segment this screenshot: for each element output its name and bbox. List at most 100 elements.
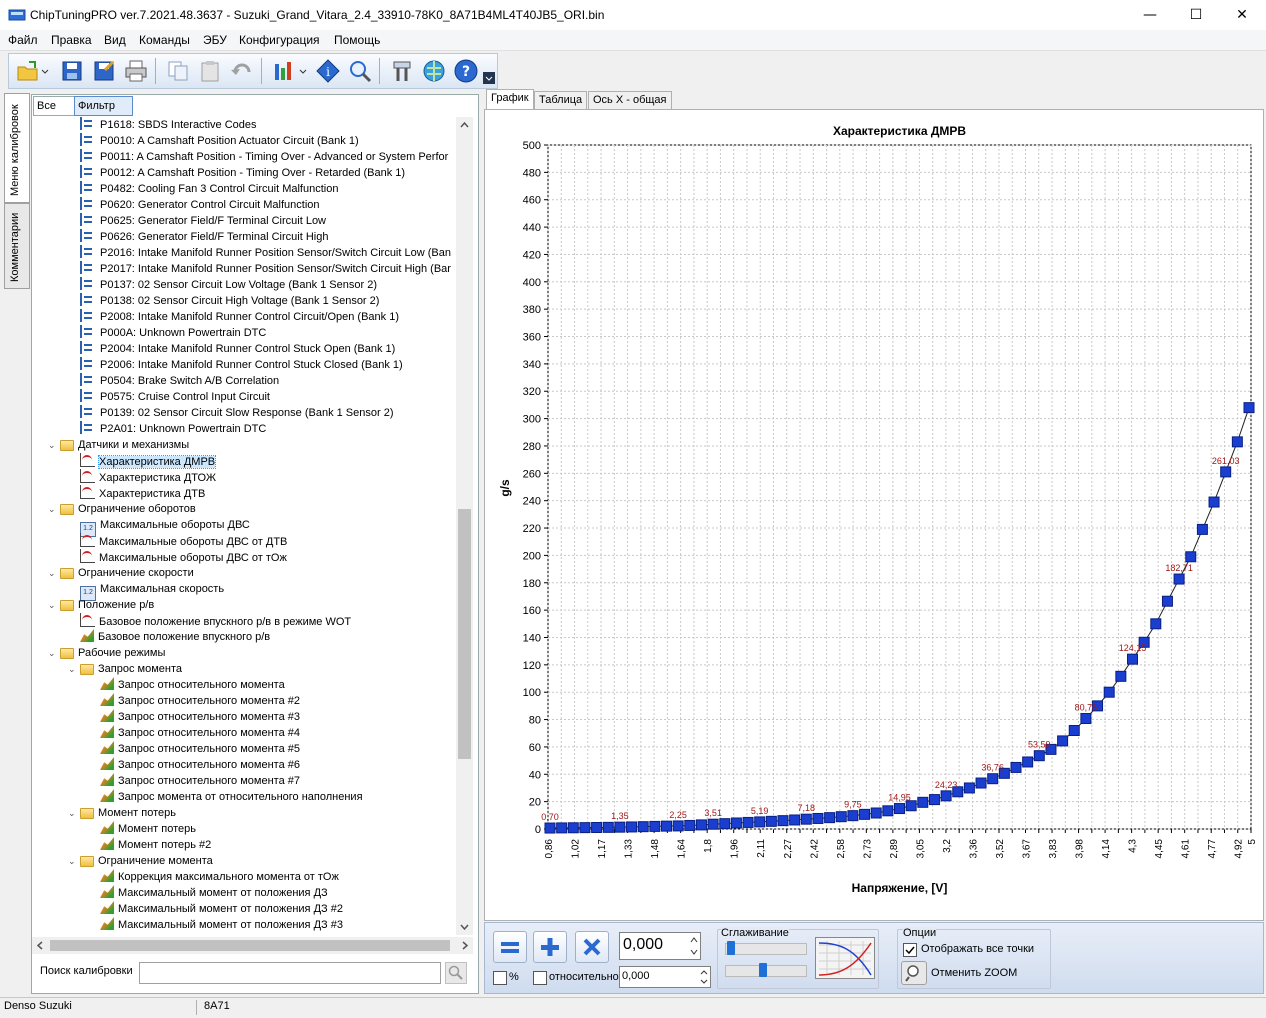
data-point[interactable] xyxy=(940,790,952,802)
copy-icon[interactable] xyxy=(165,58,191,84)
tree-item[interactable]: Базовое положение впускного р/в xyxy=(80,629,270,645)
tree-item[interactable]: P1618: SBDS Interactive Codes xyxy=(80,117,257,133)
tab-filter[interactable]: Фильтр xyxy=(74,96,133,116)
add-value-button[interactable] xyxy=(533,931,567,963)
spin-arrows-icon[interactable] xyxy=(698,967,710,987)
tree-item[interactable]: P0011: A Camshaft Position - Timing Over… xyxy=(80,149,448,165)
relative-spinner[interactable]: 0,000 xyxy=(619,966,711,988)
maximize-button[interactable]: ☐ xyxy=(1173,0,1219,30)
tree-item[interactable]: P2008: Intake Manifold Runner Control Ci… xyxy=(80,309,399,325)
tree-vertical-scrollbar[interactable] xyxy=(456,117,473,935)
data-point[interactable] xyxy=(987,773,999,785)
data-point[interactable] xyxy=(1161,595,1173,607)
tree-item[interactable]: Максимальный момент от положения ДЗ #2 xyxy=(100,901,343,917)
data-point[interactable] xyxy=(1196,523,1208,535)
tree-item[interactable]: P2016: Intake Manifold Runner Position S… xyxy=(80,245,451,261)
data-point[interactable] xyxy=(730,817,742,829)
data-point[interactable] xyxy=(626,821,638,833)
data-point[interactable] xyxy=(894,803,905,815)
menu-configuration[interactable]: Конфигурация xyxy=(239,33,320,47)
data-point[interactable] xyxy=(719,818,731,830)
menu-edit[interactable]: Правка xyxy=(51,33,92,47)
calibration-tree[interactable]: P1618: SBDS Interactive Codes P0010: A Ca… xyxy=(32,117,455,935)
expand-chevron-icon[interactable]: ⌄ xyxy=(48,645,60,661)
tree-item[interactable]: P0625: Generator Field/F Terminal Circui… xyxy=(80,213,326,229)
tree-item[interactable]: Запрос относительного момента #3 xyxy=(100,709,300,725)
close-button[interactable]: ✕ xyxy=(1219,0,1265,30)
data-point[interactable] xyxy=(707,818,719,830)
chart[interactable]: 0,86 1,02 1,17 1,33 1,48 1,64 1,8 1,96 2,11 2,27 2… xyxy=(485,110,1263,920)
data-point[interactable] xyxy=(928,794,940,806)
data-point[interactable] xyxy=(1231,436,1243,448)
tab-calibrations-menu[interactable]: Меню калибровок xyxy=(4,93,30,203)
data-point[interactable] xyxy=(661,820,672,832)
tree-item[interactable]: Запрос относительного момента #6 xyxy=(100,757,300,773)
tab-x-axis-common[interactable]: Ось X - общая xyxy=(588,91,672,109)
tab-comments[interactable]: Комментарии xyxy=(4,203,30,289)
tree-item[interactable]: P0626: Generator Field/F Terminal Circui… xyxy=(80,229,328,245)
tree-item[interactable]: P0575: Cruise Control Input Circuit xyxy=(80,389,270,405)
checksum-dropdown-icon[interactable] xyxy=(297,58,309,84)
data-point[interactable] xyxy=(1115,670,1127,682)
tree-horizontal-scrollbar[interactable] xyxy=(32,937,473,954)
data-point[interactable] xyxy=(975,777,987,789)
settings-icon[interactable] xyxy=(389,58,415,84)
smoothing-slider-thumb[interactable] xyxy=(727,941,735,955)
data-point[interactable] xyxy=(765,815,777,827)
data-point[interactable] xyxy=(1010,761,1022,773)
tree-item[interactable]: Максимальный момент от положения ДЗ #3 xyxy=(100,917,343,933)
tree-item[interactable]: P2004: Intake Manifold Runner Control St… xyxy=(80,341,395,357)
data-point[interactable] xyxy=(1033,750,1045,762)
search-icon[interactable] xyxy=(445,962,467,984)
undo-zoom-label[interactable]: Отменить ZOOM xyxy=(931,967,1017,979)
resize-grip-icon[interactable] xyxy=(1252,1000,1264,1015)
tree-item[interactable]: Запрос относительного момента #4 xyxy=(100,725,300,741)
minimize-button[interactable]: — xyxy=(1127,0,1173,30)
data-point[interactable] xyxy=(754,816,766,828)
help-icon[interactable]: ? xyxy=(453,58,479,84)
data-point[interactable] xyxy=(882,805,894,817)
tree-item[interactable]: P0138: 02 Sensor Circuit High Voltage (B… xyxy=(80,293,379,309)
data-point[interactable] xyxy=(835,811,847,823)
menu-view[interactable]: Вид xyxy=(104,33,126,47)
data-point[interactable] xyxy=(1080,713,1092,725)
tree-item[interactable]: P2017: Intake Manifold Runner Position S… xyxy=(80,261,451,277)
tree-item[interactable]: 1.2 Максимальная скорость xyxy=(80,581,224,601)
data-point[interactable] xyxy=(637,821,649,833)
expand-chevron-icon[interactable]: ⌄ xyxy=(68,805,80,821)
data-point[interactable] xyxy=(544,822,556,834)
menu-ecu[interactable]: ЭБУ xyxy=(203,33,227,47)
data-point[interactable] xyxy=(579,822,591,834)
data-point[interactable] xyxy=(1103,686,1115,698)
data-point[interactable] xyxy=(1150,618,1162,630)
tab-all[interactable]: Все xyxy=(33,96,76,116)
data-point[interactable] xyxy=(1220,466,1232,478)
tab-table[interactable]: Таблица xyxy=(534,91,588,109)
scroll-right-icon[interactable] xyxy=(456,937,473,954)
tree-item[interactable]: P2A01: Unknown Powertrain DTC xyxy=(80,421,266,437)
scroll-down-icon[interactable] xyxy=(456,918,473,935)
value-spinner[interactable]: 0,000 xyxy=(619,932,701,960)
tree-item[interactable]: Характеристика ДТВ xyxy=(80,485,205,501)
data-point[interactable] xyxy=(695,819,707,831)
checksum-icon[interactable] xyxy=(271,58,297,84)
data-point[interactable] xyxy=(567,822,579,834)
undo-zoom-button[interactable] xyxy=(901,961,927,985)
print-icon[interactable] xyxy=(123,58,149,84)
tree-item[interactable]: Характеристика ДТОЖ xyxy=(80,469,216,485)
info-icon[interactable]: i xyxy=(315,58,341,84)
tree-item[interactable]: Базовое положение впускного р/в в режиме… xyxy=(80,613,351,629)
tree-folder[interactable]: ⌄ Момент потерь xyxy=(68,805,176,821)
data-point[interactable] xyxy=(556,822,568,834)
tree-folder[interactable]: ⌄ Ограничение момента xyxy=(68,853,213,869)
data-point[interactable] xyxy=(1068,725,1080,737)
expand-chevron-icon[interactable]: ⌄ xyxy=(48,565,60,581)
spin-arrows-icon[interactable] xyxy=(688,933,700,959)
tree-item[interactable]: Запрос относительного момента #5 xyxy=(100,741,300,757)
data-point[interactable] xyxy=(800,813,812,825)
data-point[interactable] xyxy=(684,819,696,831)
tree-item[interactable]: Характеристика ДМРВ xyxy=(80,453,217,469)
tree-folder[interactable]: ⌄ Рабочие режимы xyxy=(48,645,165,661)
tree-item[interactable]: P0620: Generator Control Circuit Malfunc… xyxy=(80,197,320,213)
tree-item[interactable]: 1.2 Максимальные обороты ДВС xyxy=(80,517,250,537)
